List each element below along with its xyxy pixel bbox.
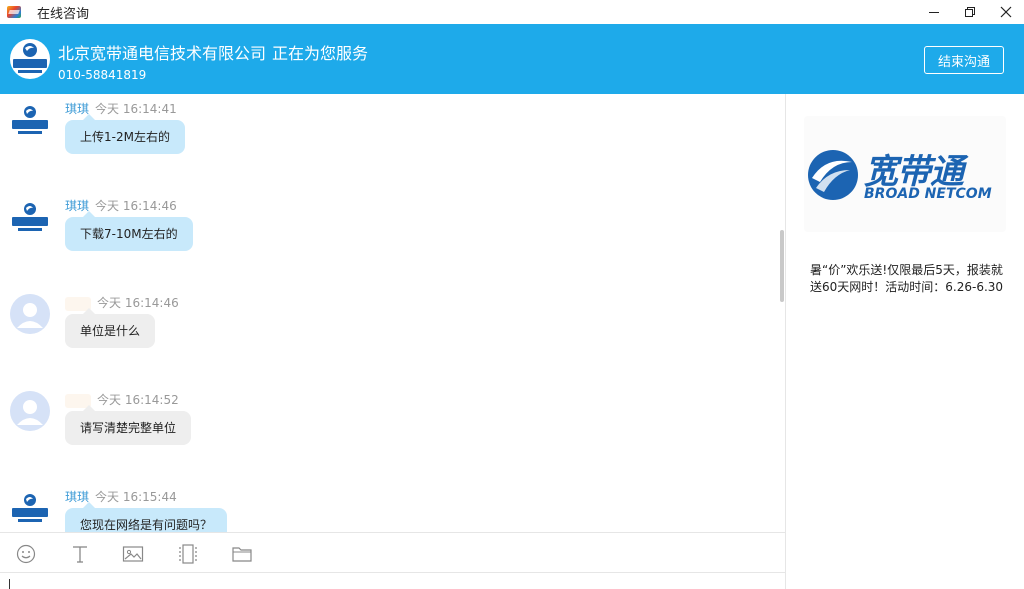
title-bar: 在线咨询 <box>0 0 1024 24</box>
emoji-icon[interactable] <box>14 542 38 566</box>
message-bubble: 上传1-2M左右的 <box>65 114 185 154</box>
chat-header: 北京宽带通电信技术有限公司 正在为您服务 010-58841819 结束沟通 <box>0 24 1024 94</box>
company-phone: 010-58841819 <box>58 68 147 82</box>
window-controls <box>916 0 1024 24</box>
message-meta: 琪琪 今天 16:15:44 <box>65 488 177 505</box>
message-meta: 琪琪 今天 16:14:46 <box>65 197 177 214</box>
message-meta: 琪琪 今天 16:14:41 <box>65 100 177 117</box>
window-title: 在线咨询 <box>37 6 90 22</box>
message-time: 今天 16:14:46 <box>97 296 179 310</box>
message-bubble: 您现在网络是有问题吗？ <box>65 502 228 532</box>
company-name: 北京宽带通电信技术有限公司 <box>58 44 267 63</box>
message-bubble: 请写清楚完整单位 <box>65 405 192 445</box>
message-input[interactable] <box>0 573 785 589</box>
agent-avatar-icon <box>10 104 50 144</box>
chat-scrollbar[interactable] <box>780 230 784 302</box>
end-chat-button[interactable]: 结束沟通 <box>924 46 1004 74</box>
message-bubble: 单位是什么 <box>65 308 156 348</box>
close-icon[interactable] <box>988 0 1024 24</box>
service-status: 正在为您服务 <box>272 44 369 63</box>
font-icon[interactable] <box>68 542 92 566</box>
image-icon[interactable] <box>121 542 145 566</box>
screenshot-icon[interactable] <box>176 542 200 566</box>
promo-text: 暑“价”欢乐送!仅限最后5天，报装就送60天网时！活动时间：6.26-6.30 <box>810 263 1004 294</box>
minimize-icon[interactable] <box>916 0 952 24</box>
message-time: 今天 16:14:46 <box>95 199 177 213</box>
message-time: 今天 16:14:41 <box>95 102 177 116</box>
brand-banner: 宽带通 BROAD NETCOM <box>804 116 1006 232</box>
app-icon <box>6 4 22 20</box>
message-time: 今天 16:15:44 <box>95 490 177 504</box>
agent-avatar-icon <box>10 492 50 532</box>
folder-icon[interactable] <box>230 542 254 566</box>
user-avatar-icon <box>10 391 50 431</box>
user-avatar-icon <box>10 294 50 334</box>
input-toolbar <box>0 532 785 573</box>
company-logo-icon <box>10 39 50 79</box>
company-status: 北京宽带通电信技术有限公司 正在为您服务 <box>58 40 374 64</box>
brand-name-en: BROAD NETCOM <box>864 186 992 202</box>
message-time: 今天 16:14:52 <box>97 393 179 407</box>
chat-message-list[interactable]: 琪琪 今天 16:14:41 上传1-2M左右的 琪琪 今天 16:14:46 下载… <box>0 94 785 532</box>
restore-icon[interactable] <box>952 0 988 24</box>
brand-globe-icon <box>808 150 858 200</box>
side-panel: 宽带通 BROAD NETCOM 暑“价”欢乐送!仅限最后5天，报装就送60天网… <box>786 94 1024 589</box>
agent-avatar-icon <box>10 201 50 241</box>
message-bubble: 下载7-10M左右的 <box>65 211 193 251</box>
text-caret <box>9 579 10 589</box>
